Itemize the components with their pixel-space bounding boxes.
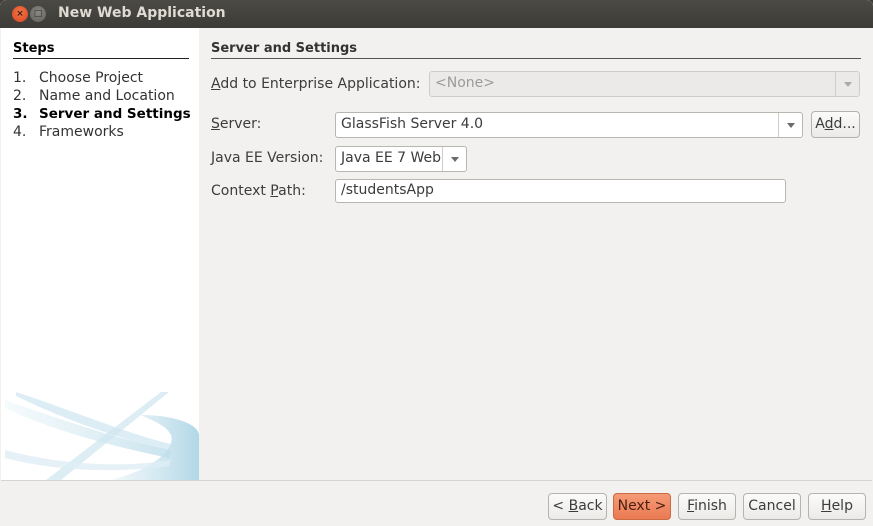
btn-text: elp <box>831 498 853 514</box>
section-divider <box>211 58 861 59</box>
step-number: 4. <box>13 124 27 140</box>
java-ee-version-select[interactable]: Java EE 7 Web <box>335 146 467 172</box>
mnemonic: A <box>211 76 221 92</box>
mnemonic: S <box>211 116 220 132</box>
mnemonic: H <box>821 498 832 514</box>
cancel-button[interactable]: Cancel <box>743 493 801 520</box>
java-ee-version-value: Java EE 7 Web <box>341 150 442 166</box>
btn-text: < <box>552 498 569 514</box>
step-label: Name and Location <box>39 88 175 104</box>
step-number: 2. <box>13 88 27 104</box>
btn-text: d... <box>833 116 856 132</box>
label-text: erver: <box>219 116 262 132</box>
server-label: Server: <box>211 116 261 132</box>
add-server-button[interactable]: Add... <box>811 111 860 138</box>
next-button[interactable]: Next > <box>613 493 671 520</box>
chevron-down-icon[interactable] <box>778 113 802 137</box>
step-item-name-location: 2. Name and Location <box>13 88 175 104</box>
step-number: 3. <box>13 106 28 122</box>
close-icon[interactable]: × <box>12 6 28 22</box>
btn-text: inish <box>694 498 727 514</box>
enterprise-app-value: <None> <box>435 75 495 91</box>
window-title: New Web Application <box>58 5 226 21</box>
wizard-window: × □ New Web Application Steps 1. Choose P… <box>0 0 873 526</box>
steps-panel: Steps 1. Choose Project 2. Name and Locati… <box>1 28 199 480</box>
back-button[interactable]: < Back <box>548 493 607 520</box>
settings-panel: Server and Settings Add to Enterprise Ap… <box>199 28 873 480</box>
context-path-value: /studentsApp <box>341 182 434 198</box>
label-text: ava EE Version: <box>215 150 324 166</box>
context-path-label: Context Path: <box>211 183 306 199</box>
server-select[interactable]: GlassFish Server 4.0 <box>335 112 803 138</box>
help-button[interactable]: Help <box>808 493 866 520</box>
step-label: Frameworks <box>39 124 124 140</box>
mnemonic: B <box>568 498 579 514</box>
button-bar: < Back Next > Finish Cancel Help <box>1 480 872 525</box>
steps-divider <box>13 58 189 59</box>
server-value: GlassFish Server 4.0 <box>341 116 484 132</box>
enterprise-app-label: Add to Enterprise Application: <box>211 76 420 92</box>
step-item-frameworks: 4. Frameworks <box>13 124 124 140</box>
label-text: ath: <box>278 183 306 199</box>
section-title: Server and Settings <box>211 41 358 56</box>
finish-button[interactable]: Finish <box>678 493 736 520</box>
context-path-input[interactable]: /studentsApp <box>335 179 786 203</box>
minimize-icon[interactable]: □ <box>30 6 46 22</box>
java-ee-version-label: Java EE Version: <box>211 150 323 166</box>
btn-text: A <box>815 116 825 132</box>
label-text: dd to Enterprise Application: <box>220 76 421 92</box>
mnemonic: P <box>270 183 279 199</box>
steps-title: Steps <box>13 41 55 56</box>
label-text: Context <box>211 183 271 199</box>
btn-text: ack <box>578 498 603 514</box>
title-bar[interactable]: × □ New Web Application <box>0 0 873 28</box>
step-label: Server and Settings <box>39 106 191 122</box>
chevron-down-icon[interactable] <box>835 72 859 96</box>
step-label: Choose Project <box>39 70 144 86</box>
enterprise-app-select[interactable]: <None> <box>429 71 860 97</box>
chevron-down-icon[interactable] <box>442 147 466 171</box>
decorative-swoosh-graphic <box>5 392 199 480</box>
step-number: 1. <box>13 70 27 86</box>
step-item-server-settings: 3. Server and Settings <box>13 106 191 122</box>
step-item-choose-project: 1. Choose Project <box>13 70 143 86</box>
